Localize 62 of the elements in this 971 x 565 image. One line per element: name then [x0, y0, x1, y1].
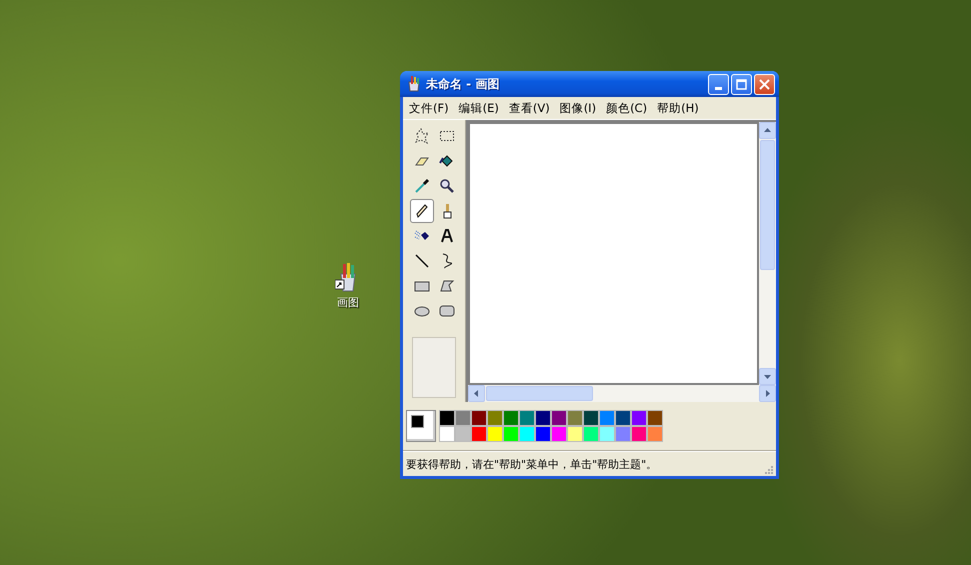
polygon-icon: [438, 278, 454, 294]
close-icon: [759, 78, 770, 90]
color-swatch[interactable]: [471, 410, 487, 426]
color-swatch[interactable]: [647, 426, 663, 442]
menu-item[interactable]: 颜色(C): [602, 100, 652, 116]
color-swatch[interactable]: [535, 426, 551, 442]
color-swatch[interactable]: [599, 410, 615, 426]
menu-item[interactable]: 编辑(E): [454, 100, 503, 116]
color-swatch[interactable]: [471, 426, 487, 442]
color-swatch[interactable]: [455, 426, 471, 442]
scroll-thumb[interactable]: [760, 140, 775, 270]
window-title: 未命名 - 画图: [426, 76, 500, 92]
status-text: 要获得帮助，请在"帮助"菜单中，单击"帮助主题"。: [406, 456, 658, 472]
color-swatch[interactable]: [551, 410, 567, 426]
color-swatch[interactable]: [439, 410, 455, 426]
menu-item[interactable]: 帮助(H): [653, 100, 703, 116]
dashed-rectangle-icon: [438, 128, 454, 144]
tool-options-box: [412, 337, 456, 398]
color-swatch[interactable]: [599, 426, 615, 442]
color-swatch[interactable]: [519, 426, 535, 442]
star-select-icon: [414, 128, 430, 144]
color-swatch[interactable]: [615, 410, 631, 426]
color-swatch[interactable]: [487, 410, 503, 426]
color-swatch[interactable]: [615, 426, 631, 442]
color-swatch[interactable]: [631, 426, 647, 442]
color-swatch[interactable]: [567, 426, 583, 442]
minimize-button[interactable]: [708, 74, 729, 94]
color-swatch[interactable]: [519, 410, 535, 426]
color-swatch[interactable]: [567, 410, 583, 426]
resize-grip-icon[interactable]: [763, 464, 773, 474]
rounded-rectangle-icon: [438, 303, 454, 319]
horizontal-scrollbar[interactable]: [468, 385, 776, 402]
line-icon: [414, 253, 430, 269]
desktop-icon-label: 画图: [337, 295, 359, 310]
color-swatch[interactable]: [647, 410, 663, 426]
menu-item[interactable]: 文件(F): [405, 100, 453, 116]
eyedropper-icon: [414, 178, 430, 194]
magnifier-icon: [438, 178, 454, 194]
foreground-color-swatch[interactable]: [411, 415, 424, 428]
color-swatch[interactable]: [583, 410, 599, 426]
minimize-icon: [715, 86, 722, 90]
color-swatch[interactable]: [503, 410, 519, 426]
color-swatch[interactable]: [535, 410, 551, 426]
paint-cup-icon: [407, 76, 421, 92]
vertical-scrollbar[interactable]: [759, 122, 776, 385]
menu-item[interactable]: 图像(I): [556, 100, 600, 116]
tool-button[interactable]: [410, 199, 434, 223]
maximize-button[interactable]: [731, 74, 752, 94]
menu-item[interactable]: 查看(V): [504, 100, 554, 116]
close-button[interactable]: [754, 74, 775, 94]
paint-bucket-icon: [438, 153, 454, 169]
maximize-icon: [736, 78, 747, 90]
color-swatch[interactable]: [439, 426, 455, 442]
color-swatch[interactable]: [583, 426, 599, 442]
color-swatch[interactable]: [503, 426, 519, 442]
letter-icon: [438, 228, 454, 244]
pencil-icon: [414, 203, 430, 219]
color-swatch[interactable]: [455, 410, 471, 426]
color-swatch[interactable]: [551, 426, 567, 442]
color-swatch[interactable]: [487, 426, 503, 442]
color-swatch[interactable]: [631, 410, 647, 426]
scroll-thumb[interactable]: [486, 386, 593, 401]
